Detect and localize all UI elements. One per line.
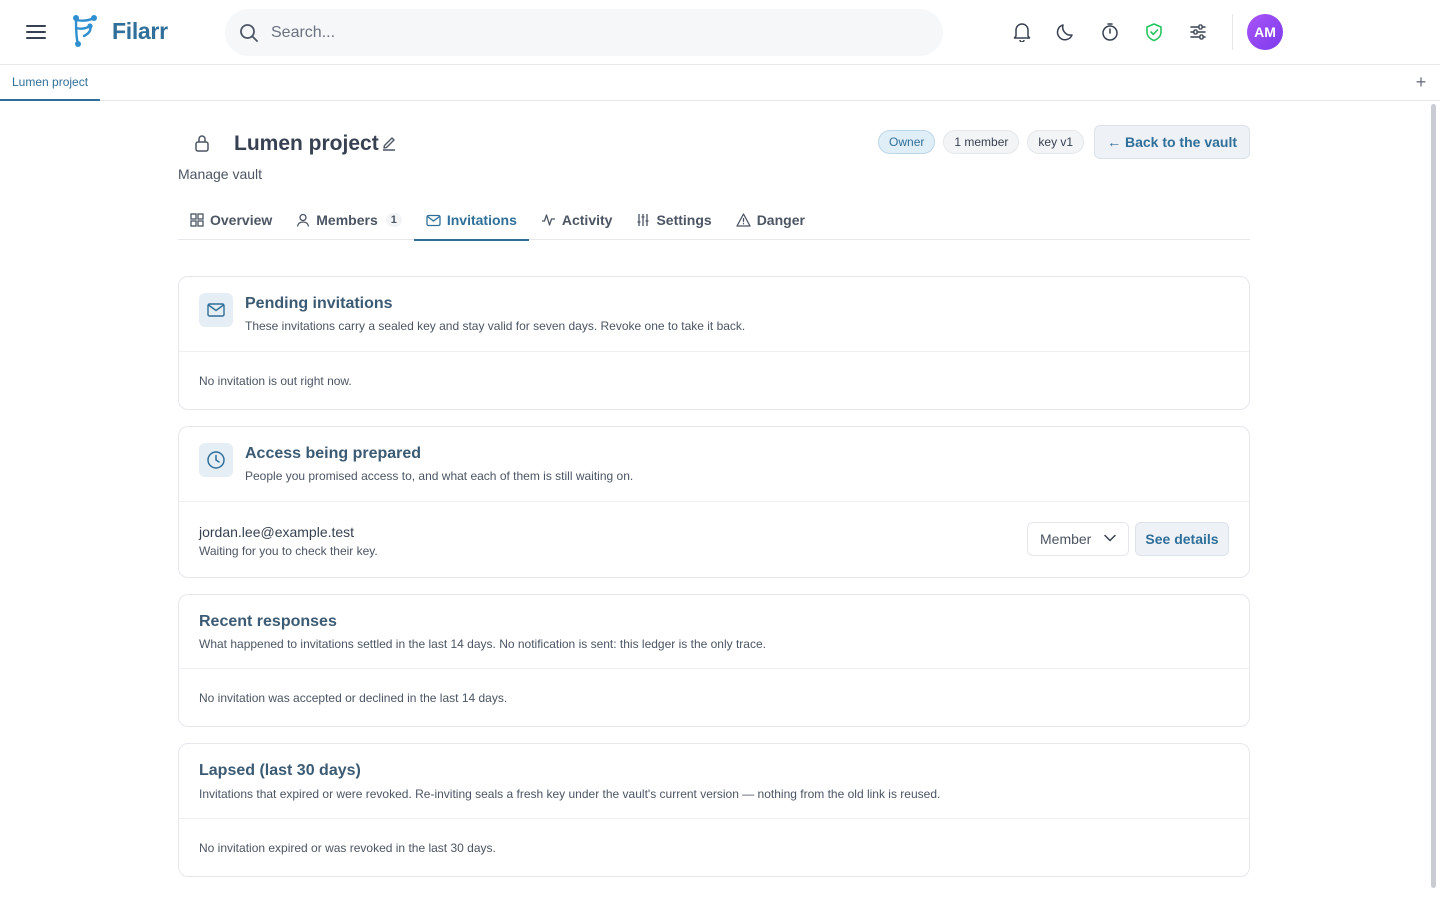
tab-invitations[interactable]: Invitations [413, 200, 529, 241]
role-select-value: Member [1040, 531, 1092, 547]
tab-label: Settings [656, 212, 712, 228]
user-icon [297, 213, 310, 227]
activity-icon [541, 214, 555, 226]
lapsed-invitations-card: Lapsed (last 30 days) Invitations that e… [178, 743, 1250, 877]
see-details-button[interactable]: See details [1135, 522, 1229, 556]
card-title: Access being prepared [245, 445, 422, 462]
avatar[interactable]: AM [1247, 14, 1283, 50]
card-title: Recent responses [199, 613, 337, 630]
tab-danger[interactable]: Danger [724, 200, 817, 240]
top-bar: Filarr AM [0, 0, 1440, 65]
tab-label: Invitations [446, 212, 517, 228]
card-title: Pending invitations [245, 295, 393, 312]
tab-settings[interactable]: Settings [624, 200, 723, 240]
empty-state: No invitation was accepted or declined i… [199, 691, 508, 705]
chevron-down-icon [1104, 534, 1116, 542]
mail-icon [426, 214, 441, 226]
search-input[interactable] [271, 23, 871, 42]
key-version-badge: key v1 [1027, 130, 1085, 154]
page-subtitle: Manage vault [178, 166, 263, 182]
mail-icon [199, 293, 233, 327]
tab-members[interactable]: Members 1 [284, 200, 414, 240]
bell-icon[interactable] [1010, 20, 1034, 44]
empty-state: No invitation expired or was revoked in … [199, 841, 496, 855]
vault-tabs: Overview Members 1 Invitations Activity … [178, 200, 1250, 241]
search-icon [240, 23, 258, 42]
search-bar[interactable] [225, 9, 943, 56]
tab-label: Activity [561, 212, 613, 228]
moon-icon[interactable] [1054, 20, 1078, 44]
pending-invitations-card: Pending invitations These invitations ca… [178, 276, 1250, 410]
recent-responses-card: Recent responses What happened to invita… [178, 594, 1250, 727]
card-description: These invitations carry a sealed key and… [245, 319, 746, 333]
access-being-prepared-card: Access being prepared People you promise… [178, 426, 1250, 578]
lock-icon [194, 134, 210, 157]
logo-icon [73, 15, 97, 47]
invitee-email: jordan.lee@example.test [199, 524, 355, 540]
grid-icon [190, 213, 204, 227]
sliders-icon[interactable] [1186, 20, 1210, 44]
back-to-vault-button[interactable]: ← Back to the vault [1094, 125, 1250, 159]
card-description: People you promised access to, and what … [245, 469, 634, 483]
tab-label: Members [316, 212, 378, 228]
role-badge: Owner [878, 130, 936, 154]
edit-icon[interactable] [381, 135, 397, 156]
tab-activity[interactable]: Activity [529, 200, 625, 240]
shield-check-icon[interactable] [1142, 20, 1166, 44]
scrollbar[interactable] [1431, 104, 1436, 888]
tab-label: Danger [756, 212, 805, 228]
card-description: Invitations that expired or were revoked… [199, 787, 941, 801]
app-name: Filarr [112, 17, 168, 44]
member-count-badge: 1 member [943, 130, 1020, 154]
topbar-divider [1232, 14, 1233, 50]
invitee-status: Waiting for you to check their key. [199, 544, 378, 558]
clock-icon [199, 443, 233, 477]
sliders-icon [637, 214, 649, 226]
tab-overview[interactable]: Overview [178, 200, 284, 240]
page-title: Lumen project [234, 132, 379, 155]
document-tab[interactable]: Lumen project [0, 65, 101, 101]
app-logo[interactable]: Filarr [70, 14, 168, 48]
role-select[interactable]: Member [1027, 522, 1129, 556]
warning-icon [736, 213, 751, 227]
timer-icon[interactable] [1098, 20, 1122, 44]
card-description: What happened to invitations settled in … [199, 637, 766, 651]
add-tab-button[interactable]: + [1412, 73, 1430, 91]
menu-icon[interactable] [24, 20, 48, 44]
members-count-badge: 1 [385, 213, 402, 227]
document-tab-strip: Lumen project + [0, 65, 1440, 101]
tab-label: Overview [210, 212, 273, 228]
empty-state: No invitation is out right now. [199, 374, 352, 388]
card-title: Lapsed (last 30 days) [199, 762, 361, 779]
